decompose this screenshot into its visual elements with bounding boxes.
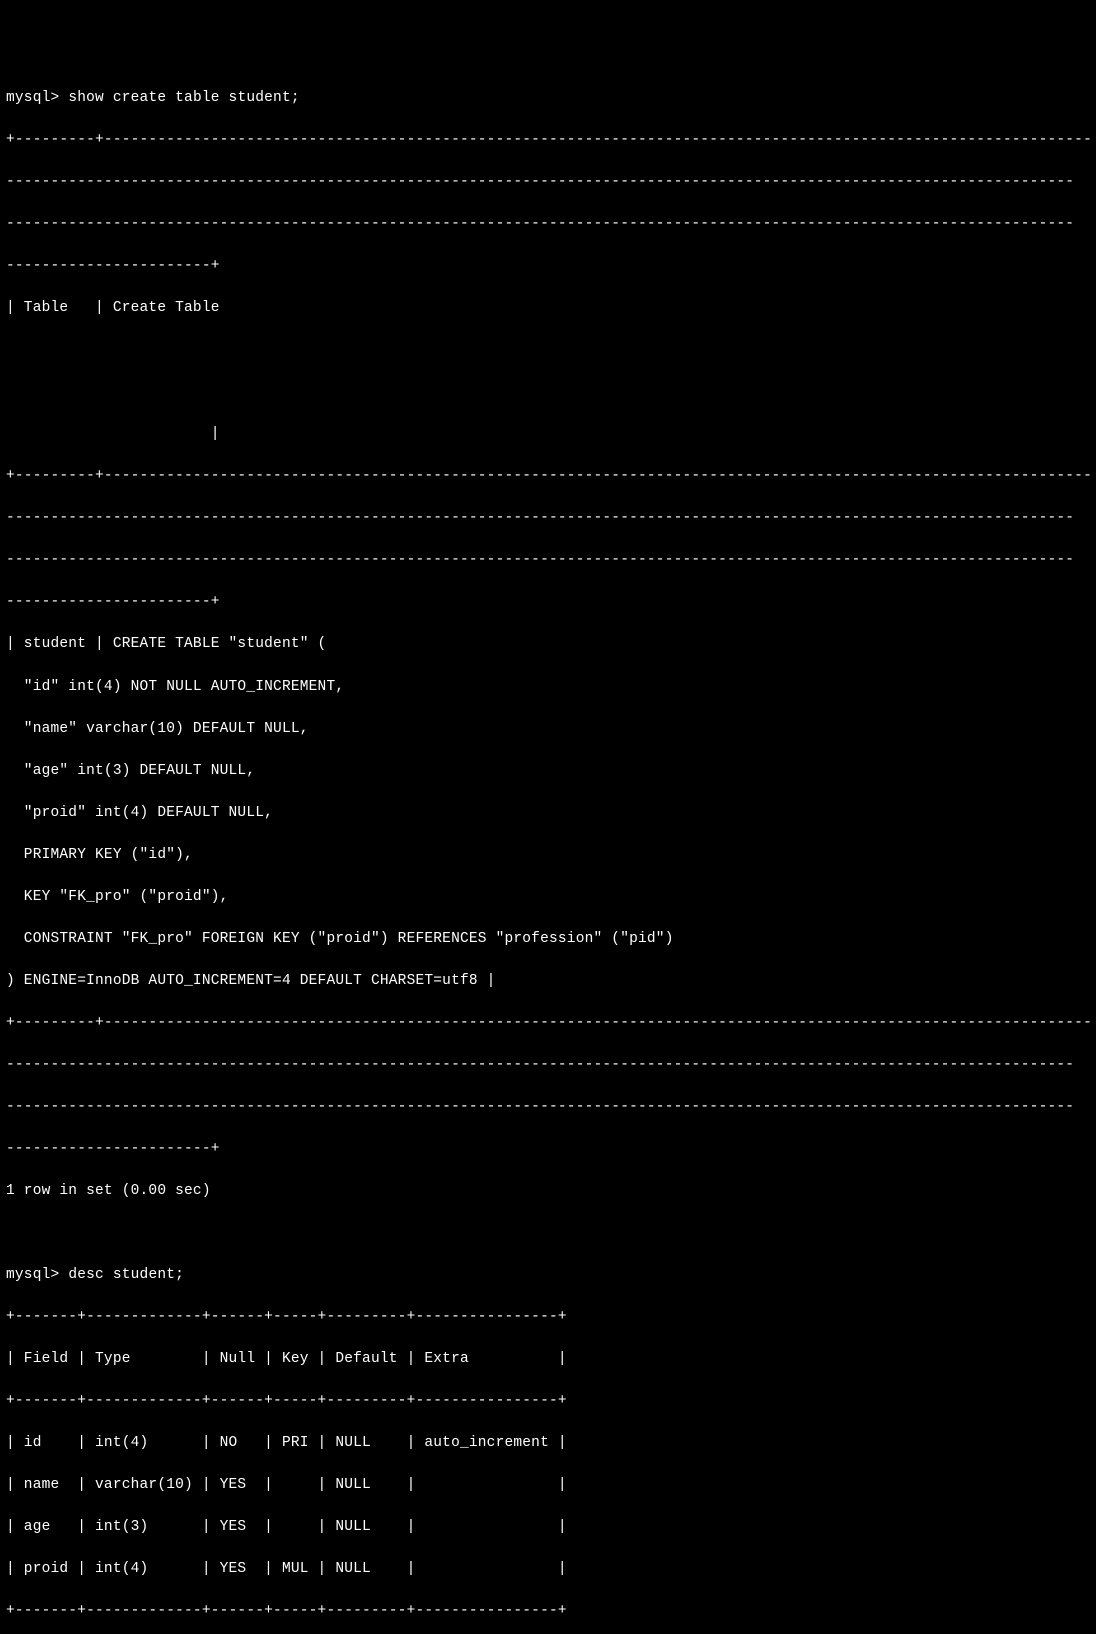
command-text-1: show create table student;	[68, 90, 299, 106]
create-table-line: PRIMARY KEY ("id"),	[6, 845, 1090, 866]
create-table-row-start: | student | CREATE TABLE "student" (	[6, 634, 1090, 655]
table-border-top: +---------+-----------------------------…	[6, 130, 1090, 151]
command-line-1[interactable]: mysql> show create table student;	[6, 88, 1090, 109]
desc-table-row: | id | int(4) | NO | PRI | NULL | auto_i…	[6, 1433, 1090, 1454]
table-header-row: | Table | Create Table	[6, 298, 1090, 319]
table-border-cont: ----------------------------------------…	[6, 508, 1090, 529]
create-table-line: "id" int(4) NOT NULL AUTO_INCREMENT,	[6, 677, 1090, 698]
table-border-bottom: +---------+-----------------------------…	[6, 1013, 1090, 1034]
desc-table-row: | age | int(3) | YES | | NULL | |	[6, 1517, 1090, 1538]
table-border-cont: ----------------------------------------…	[6, 1097, 1090, 1118]
table-header-blank	[6, 340, 1090, 361]
desc-table-header: | Field | Type | Null | Key | Default | …	[6, 1349, 1090, 1370]
table-border-cont: ----------------------------------------…	[6, 172, 1090, 193]
desc-table-border-top: +-------+-------------+------+-----+----…	[6, 1307, 1090, 1328]
blank-line	[6, 1223, 1090, 1244]
table-header-blank	[6, 382, 1090, 403]
create-table-line: KEY "FK_pro" ("proid"),	[6, 887, 1090, 908]
table-border-end: -----------------------+	[6, 592, 1090, 613]
table-header-pipe: |	[6, 424, 1090, 445]
desc-table-row: | name | varchar(10) | YES | | NULL | |	[6, 1475, 1090, 1496]
table-border-cont: ----------------------------------------…	[6, 1055, 1090, 1076]
table-border-cont: ----------------------------------------…	[6, 214, 1090, 235]
command-text-2: desc student;	[68, 1267, 184, 1283]
create-table-line: ) ENGINE=InnoDB AUTO_INCREMENT=4 DEFAULT…	[6, 971, 1090, 992]
table-border-mid: +---------+-----------------------------…	[6, 466, 1090, 487]
mysql-prompt: mysql>	[6, 1267, 59, 1283]
table-border-end: -----------------------+	[6, 256, 1090, 277]
command-line-2[interactable]: mysql> desc student;	[6, 1265, 1090, 1286]
result-summary: 1 row in set (0.00 sec)	[6, 1181, 1090, 1202]
create-table-line: "proid" int(4) DEFAULT NULL,	[6, 803, 1090, 824]
mysql-prompt: mysql>	[6, 90, 59, 106]
desc-table-border-mid: +-------+-------------+------+-----+----…	[6, 1391, 1090, 1412]
desc-table-row: | proid | int(4) | YES | MUL | NULL | |	[6, 1559, 1090, 1580]
create-table-line: CONSTRAINT "FK_pro" FOREIGN KEY ("proid"…	[6, 929, 1090, 950]
create-table-line: "name" varchar(10) DEFAULT NULL,	[6, 719, 1090, 740]
table-border-end: -----------------------+	[6, 1139, 1090, 1160]
desc-table-border-bottom: +-------+-------------+------+-----+----…	[6, 1601, 1090, 1622]
table-border-cont: ----------------------------------------…	[6, 550, 1090, 571]
create-table-line: "age" int(3) DEFAULT NULL,	[6, 761, 1090, 782]
